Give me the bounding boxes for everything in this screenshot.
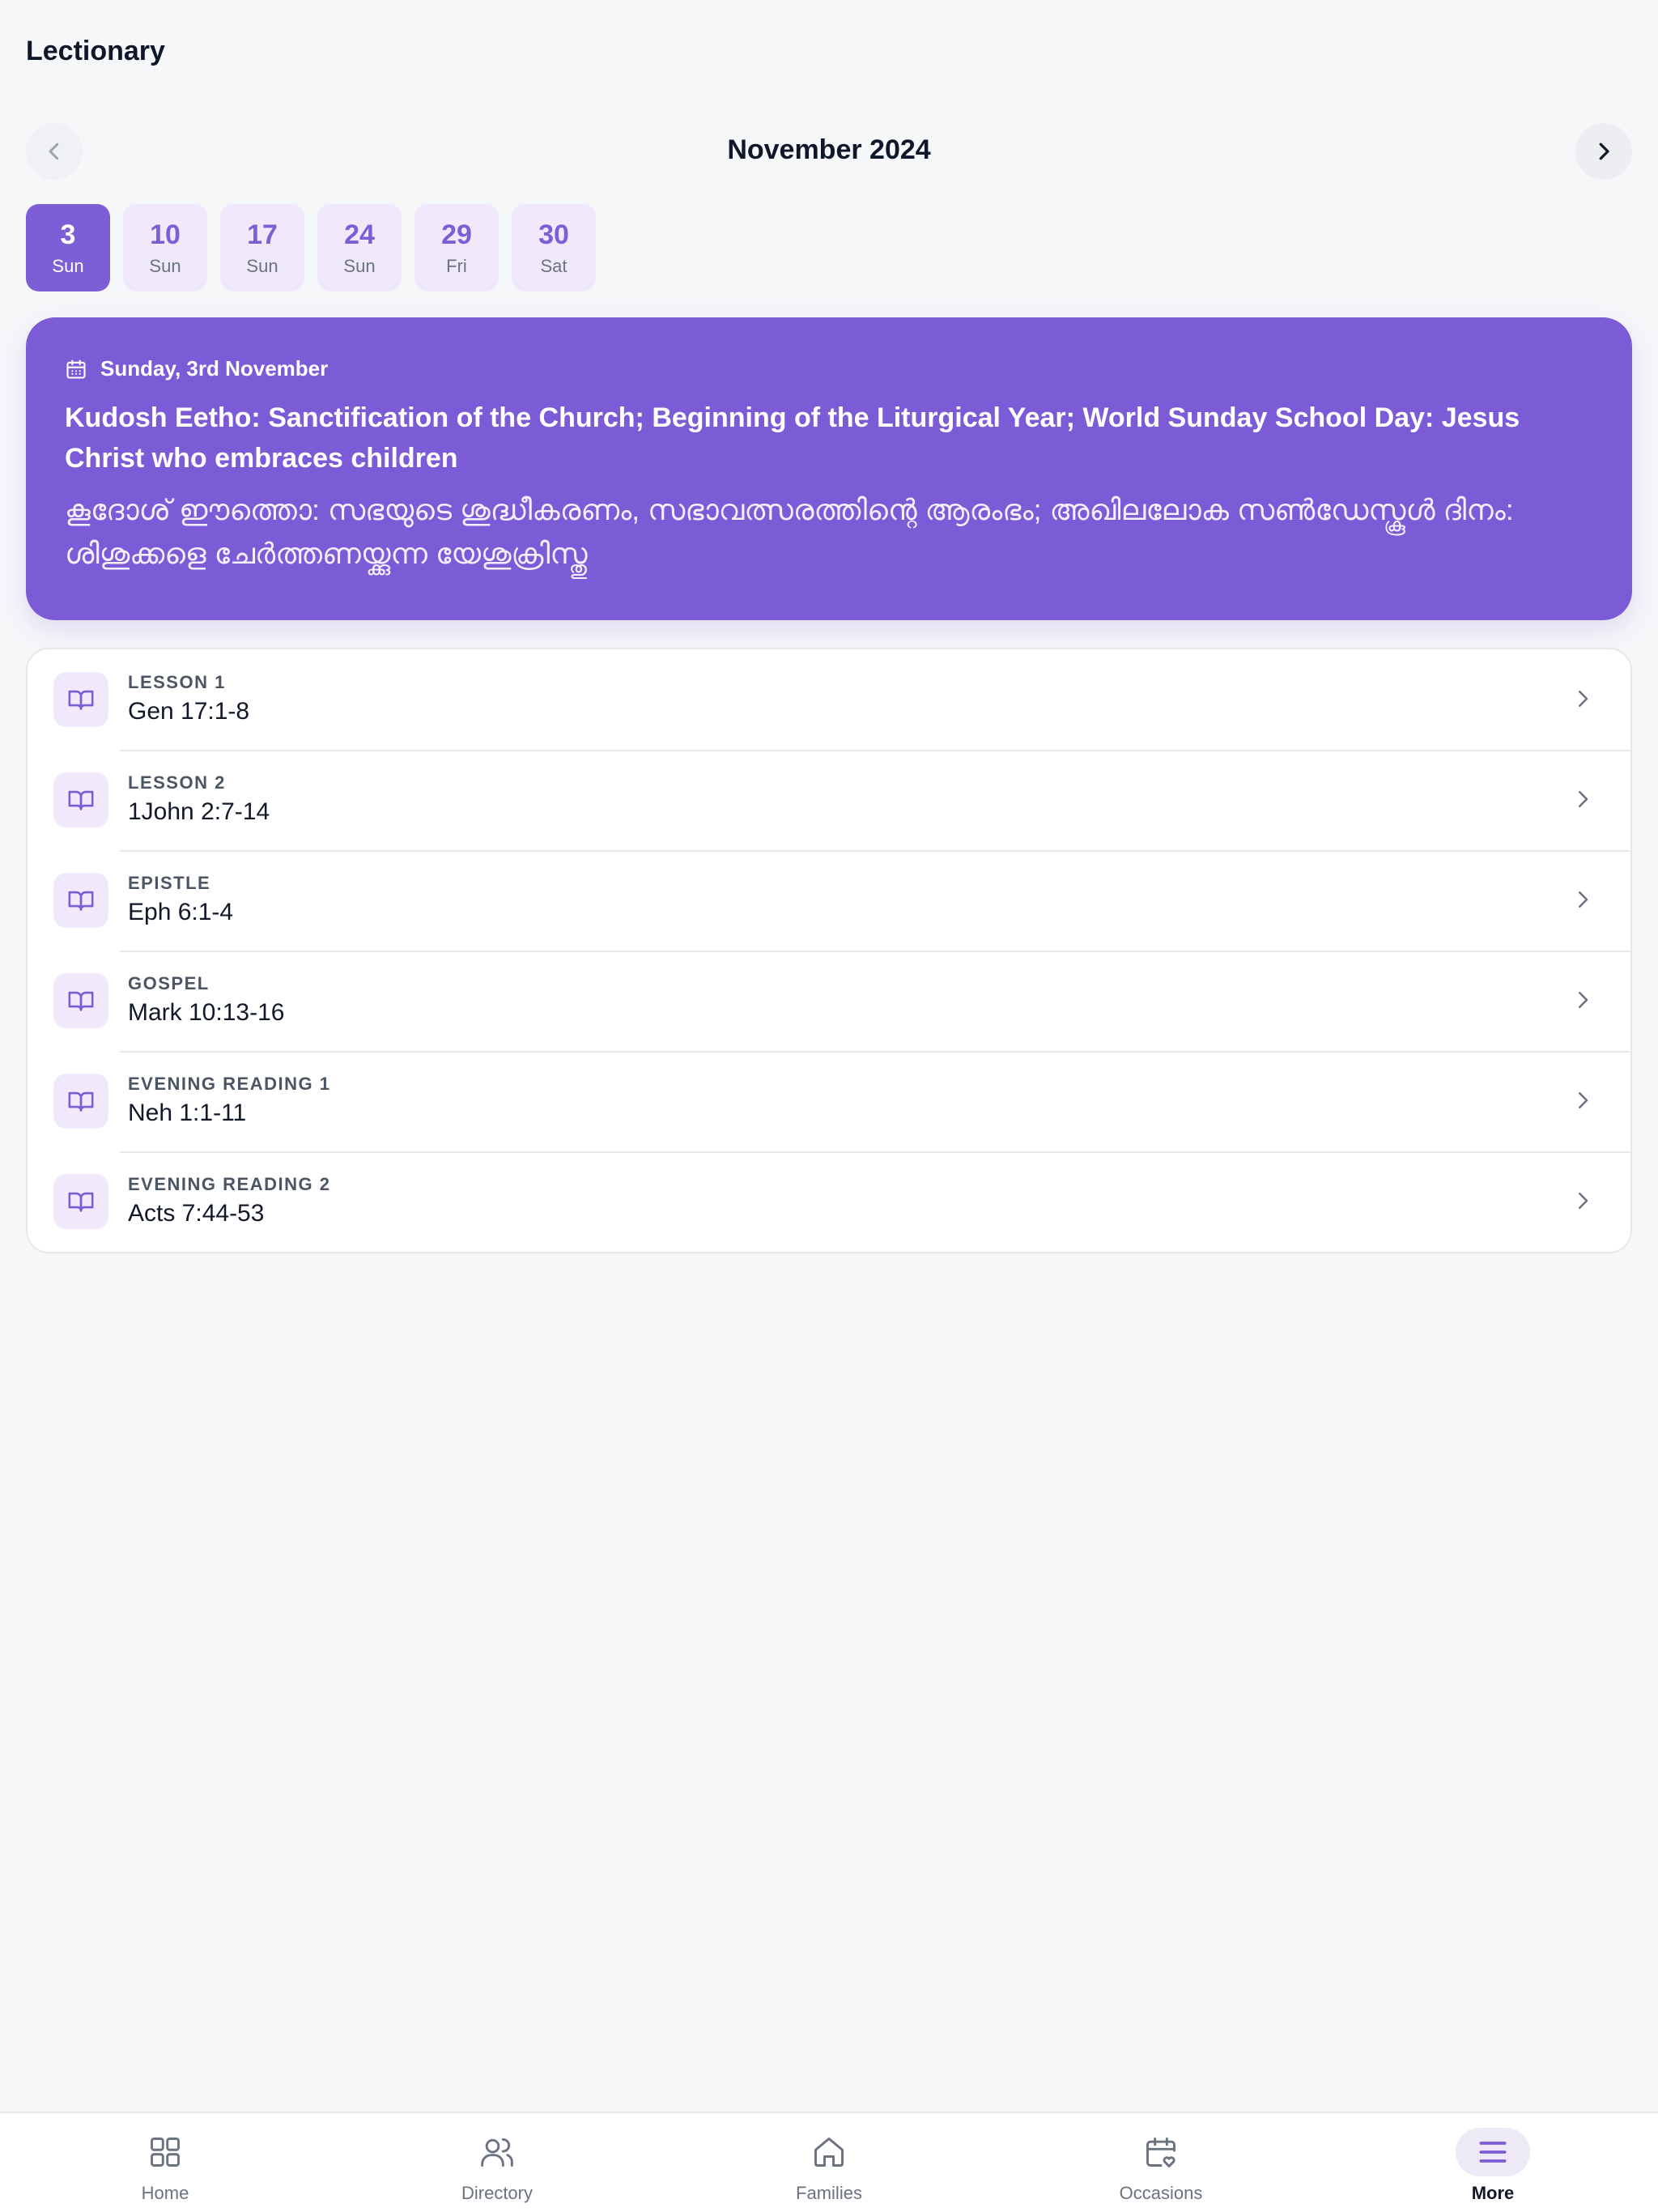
readings-list: LESSON 1 Gen 17:1-8 LESSON 2 1John 2:7-1… bbox=[26, 648, 1632, 1253]
reading-label: LESSON 2 bbox=[128, 772, 226, 793]
date-weekday: Fri bbox=[446, 256, 467, 276]
book-icon bbox=[53, 873, 108, 928]
book-icon bbox=[53, 973, 108, 1028]
chevron-right-icon bbox=[1579, 691, 1588, 707]
book-icon bbox=[53, 672, 108, 727]
reading-label: EVENING READING 2 bbox=[128, 1174, 331, 1194]
reading-reference: Eph 6:1-4 bbox=[128, 899, 234, 925]
date-weekday: Sun bbox=[343, 256, 376, 276]
tab-label: Directory bbox=[461, 2183, 533, 2203]
book-icon bbox=[53, 1074, 108, 1129]
date-day: 24 bbox=[344, 219, 375, 250]
tab-label: Home bbox=[141, 2183, 189, 2203]
date-weekday: Sat bbox=[540, 256, 568, 276]
reading-reference: Neh 1:1-11 bbox=[128, 1100, 247, 1126]
bottom-tab-bar: Home Directory Families Occasions More bbox=[0, 2112, 1658, 2212]
tab-more[interactable]: More bbox=[1412, 2128, 1574, 2209]
day-title-malayalam: കൂദോശ് ഈത്തൊ: സഭയുടെ ശുദ്ധീകരണം, സഭാവത്സ… bbox=[65, 493, 1514, 570]
home-icon bbox=[814, 2138, 844, 2167]
reading-label: EVENING READING 1 bbox=[128, 1074, 331, 1094]
chevron-right-icon bbox=[1579, 992, 1588, 1008]
reading-row[interactable]: LESSON 1 Gen 17:1-8 bbox=[28, 649, 1630, 750]
date-chip[interactable]: 29 Fri bbox=[414, 204, 499, 291]
reading-label: GOSPEL bbox=[128, 973, 210, 993]
date-chip[interactable]: 30 Sat bbox=[512, 204, 596, 291]
reading-row[interactable]: EVENING READING 1 Neh 1:1-11 bbox=[28, 1051, 1630, 1151]
reading-row[interactable]: EPISTLE Eph 6:1-4 bbox=[28, 850, 1630, 951]
day-title: Kudosh Eetho: Sanctification of the Chur… bbox=[65, 402, 1520, 474]
reading-row[interactable]: GOSPEL Mark 10:13-16 bbox=[28, 951, 1630, 1051]
month-label: November 2024 bbox=[727, 134, 931, 165]
date-selector: 3 Sun 10 Sun 17 Sun 24 Sun 29 Fri 30 Sat bbox=[26, 204, 596, 291]
calendar-icon bbox=[66, 359, 86, 379]
reading-reference: 1John 2:7-14 bbox=[128, 798, 270, 825]
chevron-right-icon bbox=[1599, 143, 1609, 160]
menu-icon bbox=[1479, 2142, 1507, 2163]
tab-families[interactable]: Families bbox=[748, 2128, 910, 2209]
reading-label: LESSON 1 bbox=[128, 672, 226, 692]
tab-label: More bbox=[1471, 2183, 1515, 2203]
chevron-right-icon bbox=[1579, 791, 1588, 807]
book-icon bbox=[53, 1174, 108, 1229]
date-day: 29 bbox=[441, 219, 472, 250]
day-summary-card: Sunday, 3rd November Kudosh Eetho: Sanct… bbox=[26, 317, 1632, 620]
month-navigation: November 2024 bbox=[26, 123, 1632, 180]
grid-icon bbox=[151, 2138, 180, 2167]
tab-occasions[interactable]: Occasions bbox=[1080, 2128, 1242, 2209]
reading-reference: Mark 10:13-16 bbox=[128, 999, 285, 1026]
date-weekday: Sun bbox=[149, 256, 181, 276]
next-month-button[interactable] bbox=[1575, 123, 1632, 180]
date-chip[interactable]: 3 Sun bbox=[26, 204, 110, 291]
reading-label: EPISTLE bbox=[128, 873, 211, 893]
page-title: Lectionary bbox=[26, 36, 165, 66]
date-weekday: Sun bbox=[246, 256, 278, 276]
date-weekday: Sun bbox=[52, 256, 84, 276]
date-day: 10 bbox=[150, 219, 181, 250]
date-day: 17 bbox=[247, 219, 278, 250]
date-day: 30 bbox=[538, 219, 569, 250]
tab-directory[interactable]: Directory bbox=[416, 2128, 578, 2209]
chevron-right-icon bbox=[1579, 891, 1588, 908]
tab-home[interactable]: Home bbox=[84, 2128, 246, 2209]
tab-label: Families bbox=[796, 2183, 862, 2203]
users-icon bbox=[481, 2138, 513, 2167]
book-icon bbox=[53, 772, 108, 827]
date-chip[interactable]: 24 Sun bbox=[317, 204, 402, 291]
reading-row[interactable]: EVENING READING 2 Acts 7:44-53 bbox=[28, 1151, 1630, 1252]
date-day: 3 bbox=[60, 219, 76, 250]
day-date-row: Sunday, 3rd November bbox=[65, 356, 1593, 381]
date-chip[interactable]: 10 Sun bbox=[123, 204, 207, 291]
calendar-heart-icon bbox=[1146, 2138, 1175, 2167]
reading-reference: Acts 7:44-53 bbox=[128, 1200, 265, 1227]
chevron-right-icon bbox=[1579, 1092, 1588, 1108]
date-chip[interactable]: 17 Sun bbox=[220, 204, 304, 291]
chevron-right-icon bbox=[1579, 1193, 1588, 1209]
day-date-label: Sunday, 3rd November bbox=[100, 356, 329, 381]
lectionary-screen: Lectionary November 2024 3 Sun 10 Sun 17… bbox=[0, 0, 1658, 2212]
reading-row[interactable]: LESSON 2 1John 2:7-14 bbox=[28, 750, 1630, 850]
tab-label: Occasions bbox=[1119, 2183, 1203, 2203]
reading-reference: Gen 17:1-8 bbox=[128, 698, 250, 725]
